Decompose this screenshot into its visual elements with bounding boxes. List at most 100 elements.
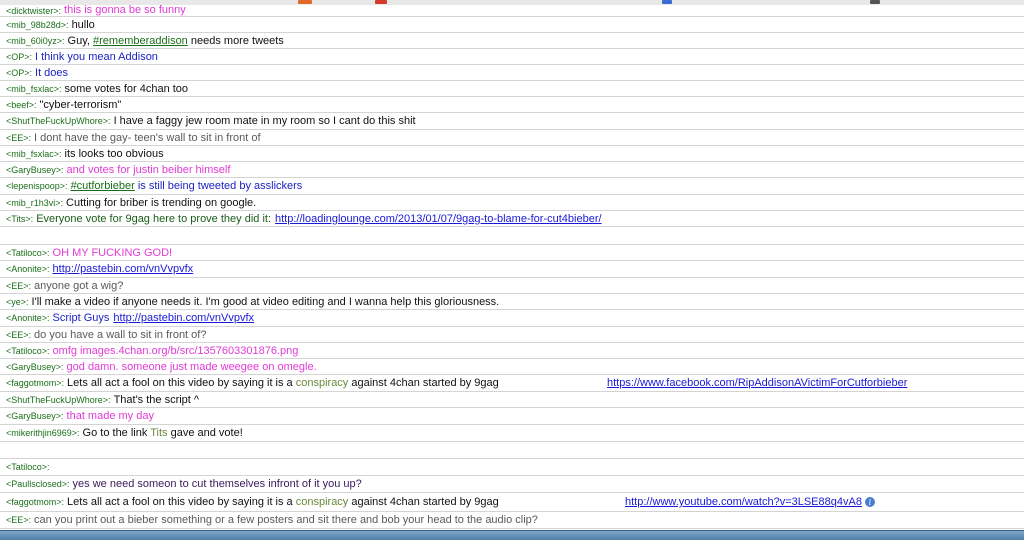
username[interactable]: <faggotmom>:: [6, 378, 64, 388]
message-highlight: conspiracy: [295, 377, 349, 389]
message-text: It does: [35, 66, 69, 79]
message-highlight: conspiracy: [295, 496, 349, 508]
message-text: Guy, #rememberaddison needs more tweets: [68, 35, 284, 47]
username[interactable]: <ye>:: [6, 297, 29, 307]
username[interactable]: <EE>:: [6, 330, 31, 340]
message-text: "cyber-terrorism": [39, 98, 122, 111]
username[interactable]: <Anonite>:: [6, 264, 50, 274]
message-text-pre: Lets all act a fool on this video by say…: [67, 496, 293, 508]
message-text: yes we need someon to cut themselves inf…: [72, 478, 362, 490]
chat-message: <GaryBusey>: god damn. someone just made…: [0, 359, 1024, 375]
username[interactable]: <Tatiloco>:: [6, 462, 50, 472]
username[interactable]: <EE>:: [6, 515, 31, 525]
hashtag-link[interactable]: #cutforbieber: [71, 180, 135, 192]
chat-message: <EE>: can you print out a bieber somethi…: [0, 512, 1024, 529]
chat-message: <GaryBusey>: and votes for justin beiber…: [0, 162, 1024, 178]
username[interactable]: <Tatiloco>:: [6, 248, 50, 258]
message-text: hullo: [71, 18, 95, 31]
username[interactable]: <faggotmom>:: [6, 497, 64, 507]
message-text: its looks too obvious: [64, 147, 164, 160]
chat-message: <EE>: I dont have the gay- teen's wall t…: [0, 130, 1024, 146]
chat-message: <lepenispoop>: #cutforbieber is still be…: [0, 178, 1024, 195]
message-text-post: against 4chan started by 9gag: [351, 377, 499, 389]
username[interactable]: <GaryBusey>:: [6, 165, 64, 175]
chat-message: <dicktwister>: this is gonna be so funny: [0, 0, 1024, 17]
message-text: that made my day: [66, 410, 154, 422]
message-text-pre: Go to the link: [82, 427, 148, 439]
message-text: I dont have the gay- teen's wall to sit …: [34, 131, 261, 144]
message-text: Lets all act a fool on this video by say…: [67, 377, 499, 389]
chat-message: <EE>: anyone got a wig?: [0, 278, 1024, 294]
message-text: Go to the link Tits gave and vote!: [83, 427, 243, 439]
username[interactable]: <mib_60i0yz>:: [6, 36, 65, 46]
url-link[interactable]: http://loadinglounge.com/2013/01/07/9gag…: [275, 213, 602, 225]
message-text: #cutforbieber is still being tweeted by …: [71, 180, 303, 192]
message-text: I'll make a video if anyone needs it. I'…: [31, 295, 500, 308]
chat-message: <OP>: I think you mean Addison: [0, 49, 1024, 65]
username[interactable]: <OP>:: [6, 52, 32, 62]
message-text: I have a faggy jew room mate in my room …: [113, 115, 416, 127]
chat-message: <Tatiloco>: OH MY FUCKING GOD!: [0, 245, 1024, 261]
chat-message: <ShutTheFuckUpWhore>: That's the script …: [0, 392, 1024, 408]
username[interactable]: <EE>:: [6, 281, 31, 291]
username[interactable]: <beef>:: [6, 100, 37, 110]
username[interactable]: <Anonite>:: [6, 313, 50, 323]
message-text-pre: Guy,: [67, 34, 90, 47]
message-text: Lets all act a fool on this video by say…: [67, 496, 499, 508]
message-text-pre: Lets all act a fool on this video by say…: [67, 377, 293, 389]
message-text-post: needs more tweets: [190, 34, 284, 47]
chat-message: <mikerithjin6969>: Go to the link Tits g…: [0, 425, 1024, 442]
message-highlight: Tits: [150, 427, 168, 439]
window-bottom-bar: [0, 530, 1024, 540]
chat-message: <EE>: do you have a wall to sit in front…: [0, 327, 1024, 343]
username[interactable]: <mib_r1h3vi>:: [6, 198, 63, 208]
username[interactable]: <EE>:: [6, 133, 31, 143]
username[interactable]: <Tatiloco>:: [6, 346, 50, 356]
chat-message: <Tatiloco>:: [0, 459, 1024, 476]
message-text: do you have a wall to sit in front of?: [34, 328, 207, 341]
chat-message: <Anonite>: Script Guys http://pastebin.c…: [0, 310, 1024, 327]
chat-message: <mib_fsxlac>: some votes for 4chan too: [0, 81, 1024, 97]
username[interactable]: <ShutTheFuckUpWhore>:: [6, 395, 111, 405]
message-text: OH MY FUCKING GOD!: [52, 246, 173, 259]
chat-message-empty: [0, 227, 1024, 245]
url-link[interactable]: http://pastebin.com/vnVvpvfx: [53, 263, 194, 275]
chat-message: <ShutTheFuckUpWhore>: I have a faggy jew…: [0, 113, 1024, 130]
message-text: can you print out a bieber something or …: [34, 514, 538, 526]
username[interactable]: <ShutTheFuckUpWhore>:: [6, 116, 111, 126]
chat-message: <ye>: I'll make a video if anyone needs …: [0, 294, 1024, 310]
url-link[interactable]: http://pastebin.com/vnVvpvfx: [113, 312, 254, 324]
message-text: That's the script ^: [113, 393, 200, 406]
username[interactable]: <OP>:: [6, 68, 32, 78]
message-text: I think you mean Addison: [35, 50, 158, 63]
message-text: Script Guys: [52, 312, 110, 324]
chat-message: <Tatiloco>: omfg images.4chan.org/b/src/…: [0, 343, 1024, 359]
message-text: this is gonna be so funny: [64, 4, 186, 16]
username[interactable]: <dicktwister>:: [6, 6, 61, 16]
message-text: Cutting for briber is trending on google…: [66, 196, 257, 209]
message-text-post: is still being tweeted by asslickers: [137, 180, 303, 192]
info-icon[interactable]: i: [864, 497, 875, 507]
username[interactable]: <Tits>:: [6, 214, 33, 224]
message-text: omfg images.4chan.org/b/src/135760330187…: [52, 344, 299, 357]
chat-message: <mib_60i0yz>: Guy, #rememberaddison need…: [0, 33, 1024, 49]
url-link[interactable]: http://www.youtube.com/watch?v=3LSE88q4v…: [625, 496, 862, 508]
url-link[interactable]: https://www.facebook.com/RipAddisonAVict…: [607, 377, 907, 389]
username[interactable]: <GaryBusey>:: [6, 411, 64, 421]
username[interactable]: <mib_fsxlac>:: [6, 149, 62, 159]
chat-message: <faggotmom>: Lets all act a fool on this…: [0, 493, 1024, 512]
message-text: and votes for justin beiber himself: [66, 163, 231, 176]
chat-message: <Tits>: Everyone vote for 9gag here to p…: [0, 211, 1024, 227]
username[interactable]: <mib_98b28d>:: [6, 20, 69, 30]
chat-message: <Paullsclosed>: yes we need someon to cu…: [0, 476, 1024, 493]
username[interactable]: <GaryBusey>:: [6, 362, 64, 372]
username[interactable]: <mikerithjin6969>:: [6, 428, 80, 438]
username[interactable]: <Paullsclosed>:: [6, 479, 70, 489]
username[interactable]: <lepenispoop>:: [6, 181, 68, 191]
chat-message: <beef>: "cyber-terrorism": [0, 97, 1024, 113]
chat-message: <Anonite>: http://pastebin.com/vnVvpvfx: [0, 261, 1024, 278]
username[interactable]: <mib_fsxlac>:: [6, 84, 62, 94]
chat-message: <mib_fsxlac>: its looks too obvious: [0, 146, 1024, 162]
hashtag-link[interactable]: #rememberaddison: [93, 35, 188, 47]
message-text-post: gave and vote!: [170, 427, 243, 439]
